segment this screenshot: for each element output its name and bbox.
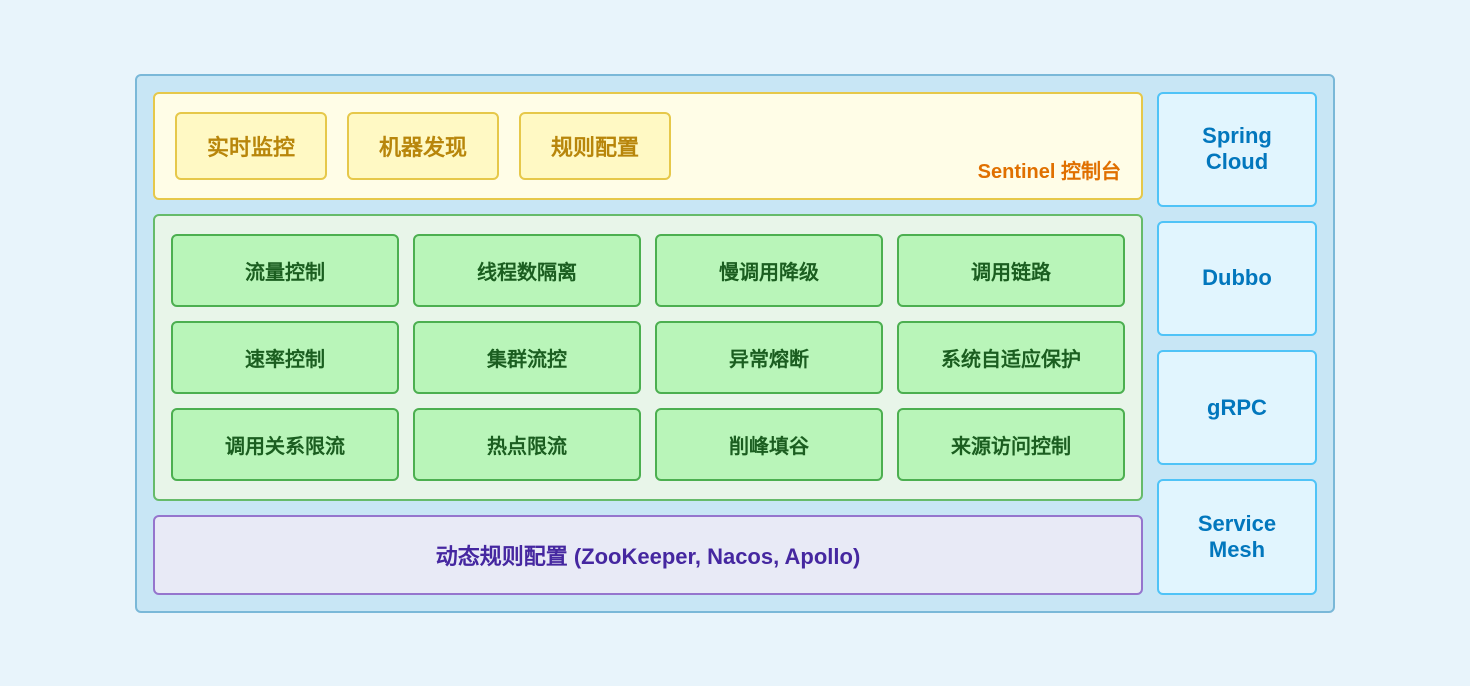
core-item-10: 削峰填谷 (655, 408, 883, 481)
sentinel-box-monitor: 实时监控 (175, 112, 327, 180)
right-sidebar: Spring Cloud Dubbo gRPC Service Mesh (1157, 92, 1317, 595)
core-panel: 流量控制 线程数隔离 慢调用降级 调用链路 速率控制 集群流控 异常熔断 系统 (153, 214, 1143, 501)
sentinel-title: Sentinel 控制台 (978, 155, 1121, 184)
sidebar-dubbo: Dubbo (1157, 221, 1317, 336)
core-item-9: 热点限流 (413, 408, 641, 481)
core-item-0: 流量控制 (171, 234, 399, 307)
dynamic-rules-panel: 动态规则配置 (ZooKeeper, Nacos, Apollo) (153, 515, 1143, 595)
sidebar-grpc: gRPC (1157, 350, 1317, 465)
sentinel-box-discovery: 机器发现 (347, 112, 499, 180)
main-content-area: 实时监控 机器发现 规则配置 Sentinel 控制台 流量控制 线程数隔离 慢 (153, 92, 1143, 595)
sidebar-spring-cloud: Spring Cloud (1157, 92, 1317, 207)
sentinel-box-rules: 规则配置 (519, 112, 671, 180)
core-item-1: 线程数隔离 (413, 234, 641, 307)
core-item-8: 调用关系限流 (171, 408, 399, 481)
sidebar-service-mesh: Service Mesh (1157, 479, 1317, 594)
core-item-3: 调用链路 (897, 234, 1125, 307)
core-item-4: 速率控制 (171, 321, 399, 394)
core-item-7: 系统自适应保护 (897, 321, 1125, 394)
core-item-2: 慢调用降级 (655, 234, 883, 307)
main-container: 实时监控 机器发现 规则配置 Sentinel 控制台 流量控制 线程数隔离 慢 (135, 74, 1335, 613)
core-item-5: 集群流控 (413, 321, 641, 394)
core-item-11: 来源访问控制 (897, 408, 1125, 481)
core-item-6: 异常熔断 (655, 321, 883, 394)
sentinel-panel: 实时监控 机器发现 规则配置 Sentinel 控制台 (153, 92, 1143, 200)
